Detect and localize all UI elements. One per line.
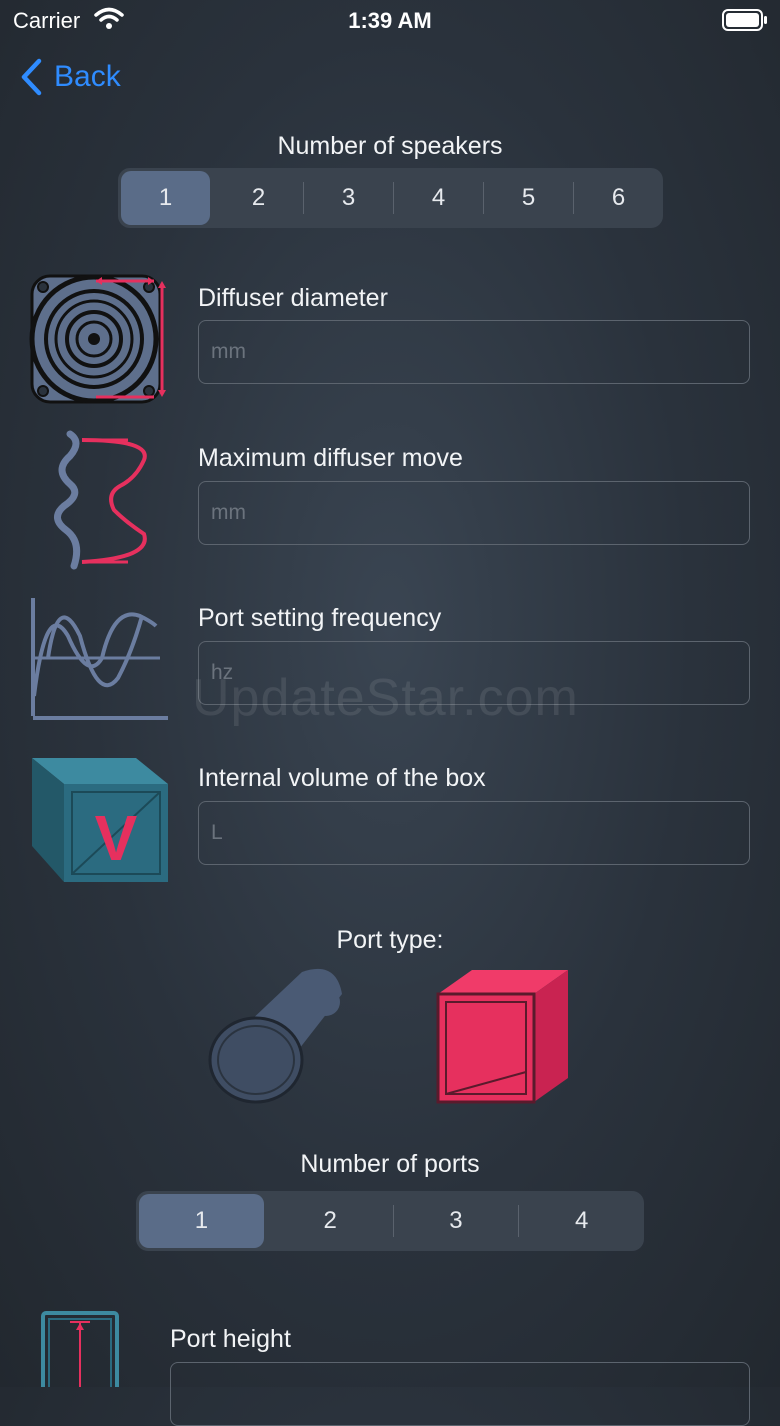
internal-volume-input[interactable] — [198, 801, 750, 865]
box-volume-icon: V — [28, 756, 170, 889]
watermark: UpdateStar.com — [192, 669, 579, 727]
ports-option-2[interactable]: 2 — [268, 1191, 393, 1251]
speakers-option-2[interactable]: 2 — [214, 168, 303, 228]
port-type-title: Port type: — [336, 926, 444, 954]
speaker-diameter-icon — [28, 272, 170, 411]
internal-volume-label: Internal volume of the box — [198, 764, 486, 792]
port-frequency-label: Port setting frequency — [198, 604, 442, 632]
frequency-wave-icon — [28, 596, 170, 729]
max-diffuser-move-label: Maximum diffuser move — [198, 444, 463, 472]
speakers-option-1[interactable]: 1 — [121, 171, 210, 225]
square-port-icon[interactable] — [432, 966, 574, 1113]
battery-icon — [722, 9, 768, 37]
ports-title: Number of ports — [300, 1150, 480, 1178]
speakers-title: Number of speakers — [277, 132, 503, 160]
speakers-option-5[interactable]: 5 — [484, 168, 573, 228]
port-height-input[interactable] — [170, 1362, 750, 1426]
max-diffuser-move-input[interactable] — [198, 481, 750, 545]
ports-segmented-control[interactable]: 1 2 3 4 — [136, 1191, 644, 1251]
ports-option-3[interactable]: 3 — [394, 1191, 519, 1251]
round-port-icon[interactable] — [206, 966, 348, 1113]
chevron-left-icon — [21, 58, 42, 96]
speakers-segmented-control[interactable]: 1 2 3 4 5 6 — [118, 168, 663, 228]
port-height-label: Port height — [170, 1325, 291, 1353]
clock: 1:39 AM — [348, 8, 432, 33]
speakers-option-4[interactable]: 4 — [394, 168, 483, 228]
port-height-icon — [40, 1310, 120, 1395]
diffuser-move-icon — [48, 430, 158, 575]
back-label: Back — [54, 60, 121, 93]
status-bar: Carrier 1:39 AM — [0, 0, 780, 40]
speakers-option-3[interactable]: 3 — [304, 168, 393, 228]
ports-option-4[interactable]: 4 — [519, 1191, 644, 1251]
ports-option-1[interactable]: 1 — [139, 1194, 264, 1248]
diffuser-diameter-input[interactable] — [198, 320, 750, 384]
speakers-option-6[interactable]: 6 — [574, 168, 663, 228]
box-icon-letter: V — [95, 802, 138, 874]
back-button[interactable]: Back — [20, 58, 121, 96]
diffuser-diameter-label: Diffuser diameter — [198, 284, 388, 312]
